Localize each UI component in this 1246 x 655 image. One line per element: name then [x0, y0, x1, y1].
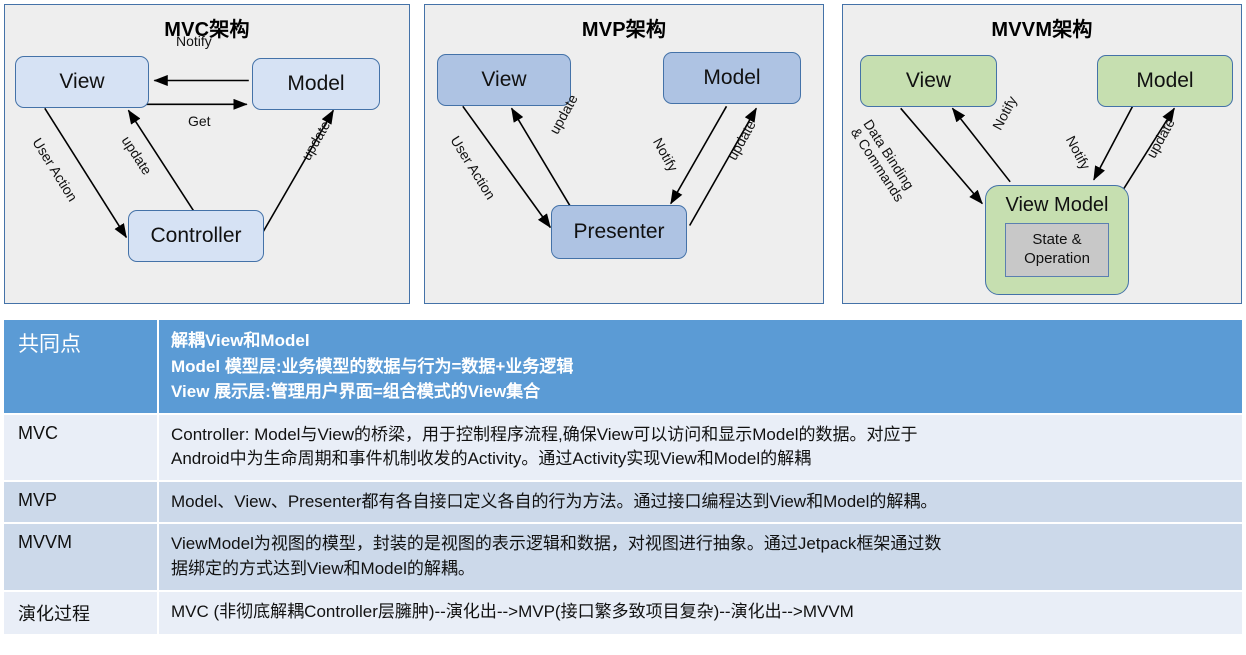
row-label-mvc: MVC	[4, 414, 159, 480]
node-model[interactable]: Model	[1097, 55, 1233, 107]
edge-label-get: Get	[188, 113, 211, 129]
state-line-1: State &	[1032, 231, 1082, 249]
row-label-mvvm: MVVM	[4, 524, 159, 590]
node-view-model-label: View Model	[1005, 194, 1109, 216]
table-header-content: 解耦View和Model Model 模型层:业务模型的数据与行为=数据+业务逻…	[159, 320, 1242, 413]
node-model[interactable]: Model	[663, 52, 801, 104]
node-model[interactable]: Model	[252, 58, 380, 110]
row-label-evolution: 演化过程	[4, 591, 159, 634]
node-view[interactable]: View	[437, 54, 571, 106]
node-controller[interactable]: Controller	[128, 210, 264, 262]
table-row: MVP Model、View、Presenter都有各自接口定义各自的行为方法。…	[4, 481, 1242, 525]
header-line-3: View 展示层:管理用户界面=组合模式的View集合	[171, 382, 541, 401]
table-row: MVVM ViewModel为视图的模型，封装的是视图的表示逻辑和数据，对视图进…	[4, 524, 1242, 592]
mvp-line-1: Model、View、Presenter都有各自接口定义各自的行为方法。通过接口…	[171, 491, 938, 511]
mvc-line-1: Controller: Model与View的桥梁，用于控制程序流程,确保Vie…	[171, 424, 918, 444]
state-operation-box: State & Operation	[1005, 223, 1109, 277]
mvvm-line-1: ViewModel为视图的模型，封装的是视图的表示逻辑和数据，对视图进行抽象。通…	[171, 534, 942, 554]
state-line-2: Operation	[1024, 250, 1090, 267]
header-line-2: Model 模型层:业务模型的数据与行为=数据+业务逻辑	[171, 356, 574, 376]
node-view-model[interactable]: View Model State & Operation	[985, 185, 1129, 295]
diagram-panel-mvvm: MVVM架构 View Model View Model State & Ope…	[842, 4, 1242, 304]
node-view[interactable]: View	[15, 56, 149, 108]
row-content-mvc: Controller: Model与View的桥梁，用于控制程序流程,确保Vie…	[159, 415, 1242, 480]
node-presenter[interactable]: Presenter	[551, 205, 687, 259]
table-header-label: 共同点	[4, 320, 159, 413]
edge-label-notify: Notify	[176, 33, 212, 49]
diagram-panel-mvp: MVP架构 View Model Presenter User Action u…	[424, 4, 824, 304]
mvvm-line-2: 据绑定的方式达到View和Model的解耦。	[171, 559, 475, 579]
row-content-evolution: MVC (非彻底解耦Controller层臃肿)--演化出-->MVP(接口繁多…	[159, 592, 1242, 634]
mvc-line-2: Android中为生命周期和事件机制收发的Activity。通过Activity…	[171, 449, 812, 469]
diagram-panel-mvc: MVC架构 View Model Controller Notify Get U…	[4, 4, 410, 304]
header-line-1: 解耦View和Model	[171, 331, 310, 350]
table-row: MVC Controller: Model与View的桥梁，用于控制程序流程,确…	[4, 414, 1242, 482]
diagram-row: MVC架构 View Model Controller Notify Get U…	[0, 0, 1246, 310]
node-view[interactable]: View	[860, 55, 997, 107]
row-content-mvvm: ViewModel为视图的模型，封装的是视图的表示逻辑和数据，对视图进行抽象。通…	[159, 524, 1242, 589]
table-header-row: 共同点 解耦View和Model Model 模型层:业务模型的数据与行为=数据…	[4, 320, 1242, 415]
row-content-mvp: Model、View、Presenter都有各自接口定义各自的行为方法。通过接口…	[159, 482, 1242, 523]
architecture-comparison-page: MVC架构 View Model Controller Notify Get U…	[0, 0, 1246, 655]
table-row: 演化过程 MVC (非彻底解耦Controller层臃肿)--演化出-->MVP…	[4, 591, 1242, 634]
evolution-line-1: MVC (非彻底解耦Controller层臃肿)--演化出-->MVP(接口繁多…	[171, 601, 854, 621]
row-label-mvp: MVP	[4, 481, 159, 523]
comparison-table: 共同点 解耦View和Model Model 模型层:业务模型的数据与行为=数据…	[4, 320, 1242, 634]
